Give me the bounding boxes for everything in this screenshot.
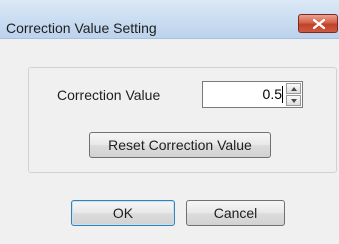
correction-value-spinner[interactable]	[286, 83, 301, 106]
close-icon	[313, 19, 325, 29]
spinner-down-button[interactable]	[286, 95, 301, 106]
correction-value-label: Correction Value	[57, 87, 161, 103]
close-button[interactable]	[298, 14, 338, 33]
correction-value-field[interactable]: 0.5	[202, 81, 303, 108]
correction-value-text: 0.5	[262, 86, 282, 102]
spinner-up-button[interactable]	[286, 83, 301, 94]
chevron-down-icon	[291, 99, 297, 103]
window-title: Correction Value Setting	[6, 20, 157, 36]
ok-button[interactable]: OK	[71, 200, 175, 226]
chevron-up-icon	[291, 87, 297, 91]
reset-correction-value-button[interactable]: Reset Correction Value	[89, 132, 271, 158]
text-cursor	[282, 86, 283, 103]
title-bar[interactable]: Correction Value Setting	[0, 0, 339, 39]
cancel-button[interactable]: Cancel	[186, 200, 285, 226]
